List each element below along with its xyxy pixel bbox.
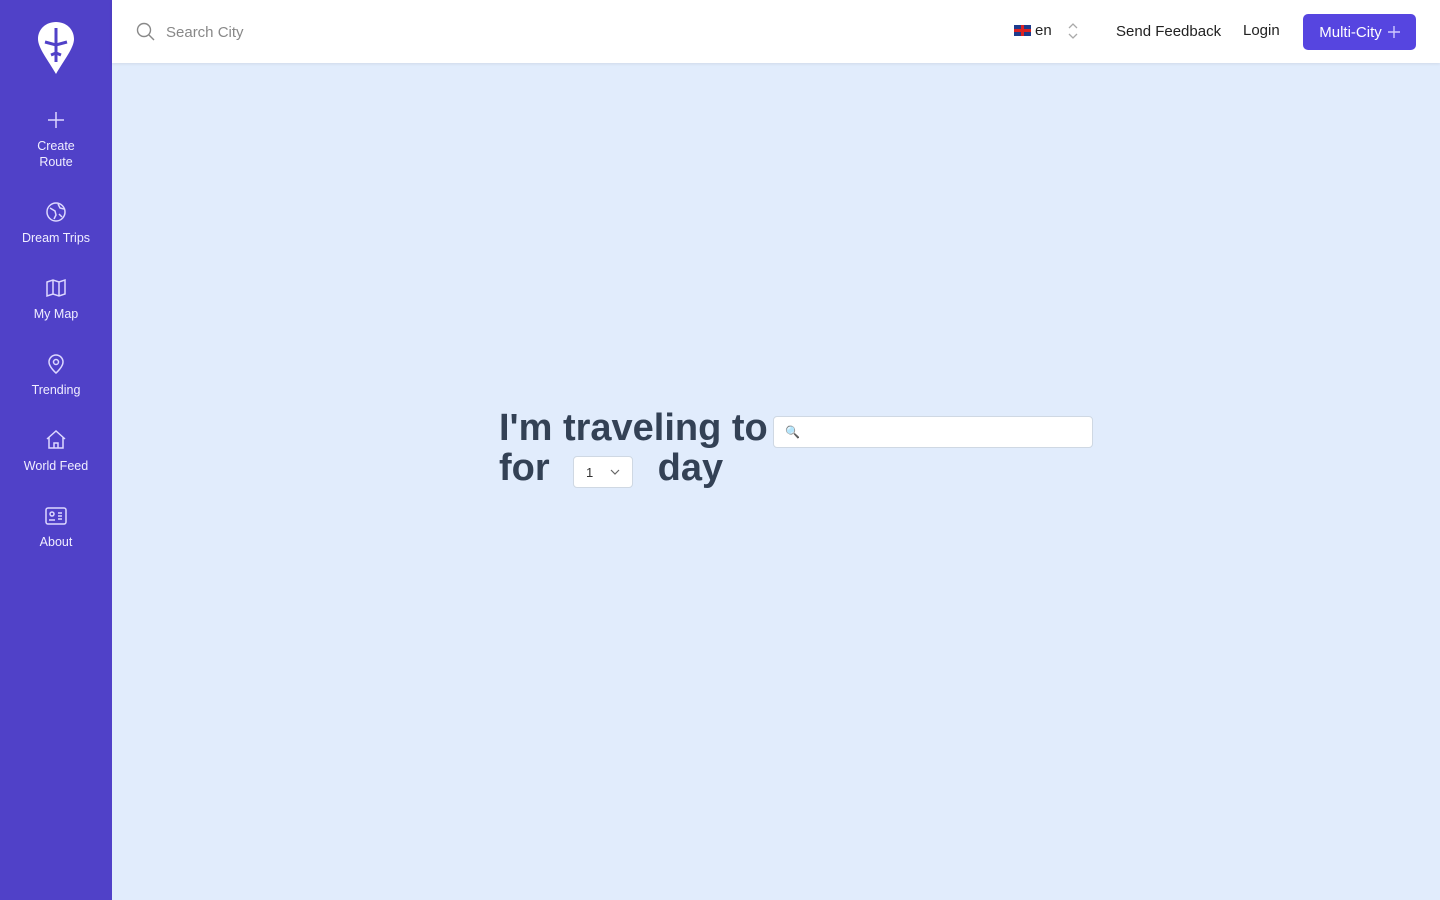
sidebar-item-dream-trips[interactable]: Dream Trips [0,200,112,246]
chevron-up-down-icon[interactable] [1067,22,1079,40]
logo-icon[interactable] [38,22,74,74]
sidebar-item-label: About [39,535,73,549]
language-value: en [1035,22,1052,39]
sidebar-item-about[interactable]: About [0,504,112,550]
sidebar-item-label: My Map [33,307,79,321]
map-pin-icon [48,354,64,374]
sidebar-item-trending[interactable]: Trending [0,352,112,398]
map-icon [46,278,66,298]
sidebar-item-label: Trending [31,383,81,397]
plus-icon [1387,26,1400,38]
sidebar: Create Route Dream Trips My Map Trending… [0,0,112,900]
multi-city-label: Multi-City [1319,23,1382,41]
sidebar-item-label: Dream Trips [21,231,91,245]
sidebar-item-label: World Feed [23,459,89,473]
login-link[interactable]: Login [1243,22,1280,39]
days-select[interactable]: 1 [573,456,633,488]
multi-city-button[interactable]: Multi-City [1303,14,1416,50]
top-bar: en Send Feedback Login Multi-City [112,0,1440,63]
send-feedback-link[interactable]: Send Feedback [1116,23,1221,40]
chevron-down-icon [610,469,620,475]
globe-icon [46,202,66,222]
sidebar-item-create-route[interactable]: Create Route [0,108,112,170]
destination-field[interactable] [774,417,1092,447]
day-label: day [657,447,724,489]
trip-form: I'm traveling to for day [499,408,768,488]
home-icon [46,429,66,449]
days-value: 1 [586,464,594,480]
sidebar-item-world-feed[interactable]: World Feed [0,428,112,474]
uk-flag-icon [1014,25,1031,36]
hero-line-1: I'm traveling to [499,407,768,449]
id-card-icon [45,507,67,525]
destination-input[interactable]: 🔍 [773,416,1093,448]
for-label: for [499,447,550,489]
language-select[interactable]: en [1014,22,1052,39]
plus-icon [48,112,64,128]
search-icon [136,22,155,41]
sidebar-item-label: Create Route [37,139,75,169]
search-city-input[interactable] [166,18,466,46]
sidebar-item-my-map[interactable]: My Map [0,276,112,322]
magnifier-icon: 🔍 [785,425,800,439]
